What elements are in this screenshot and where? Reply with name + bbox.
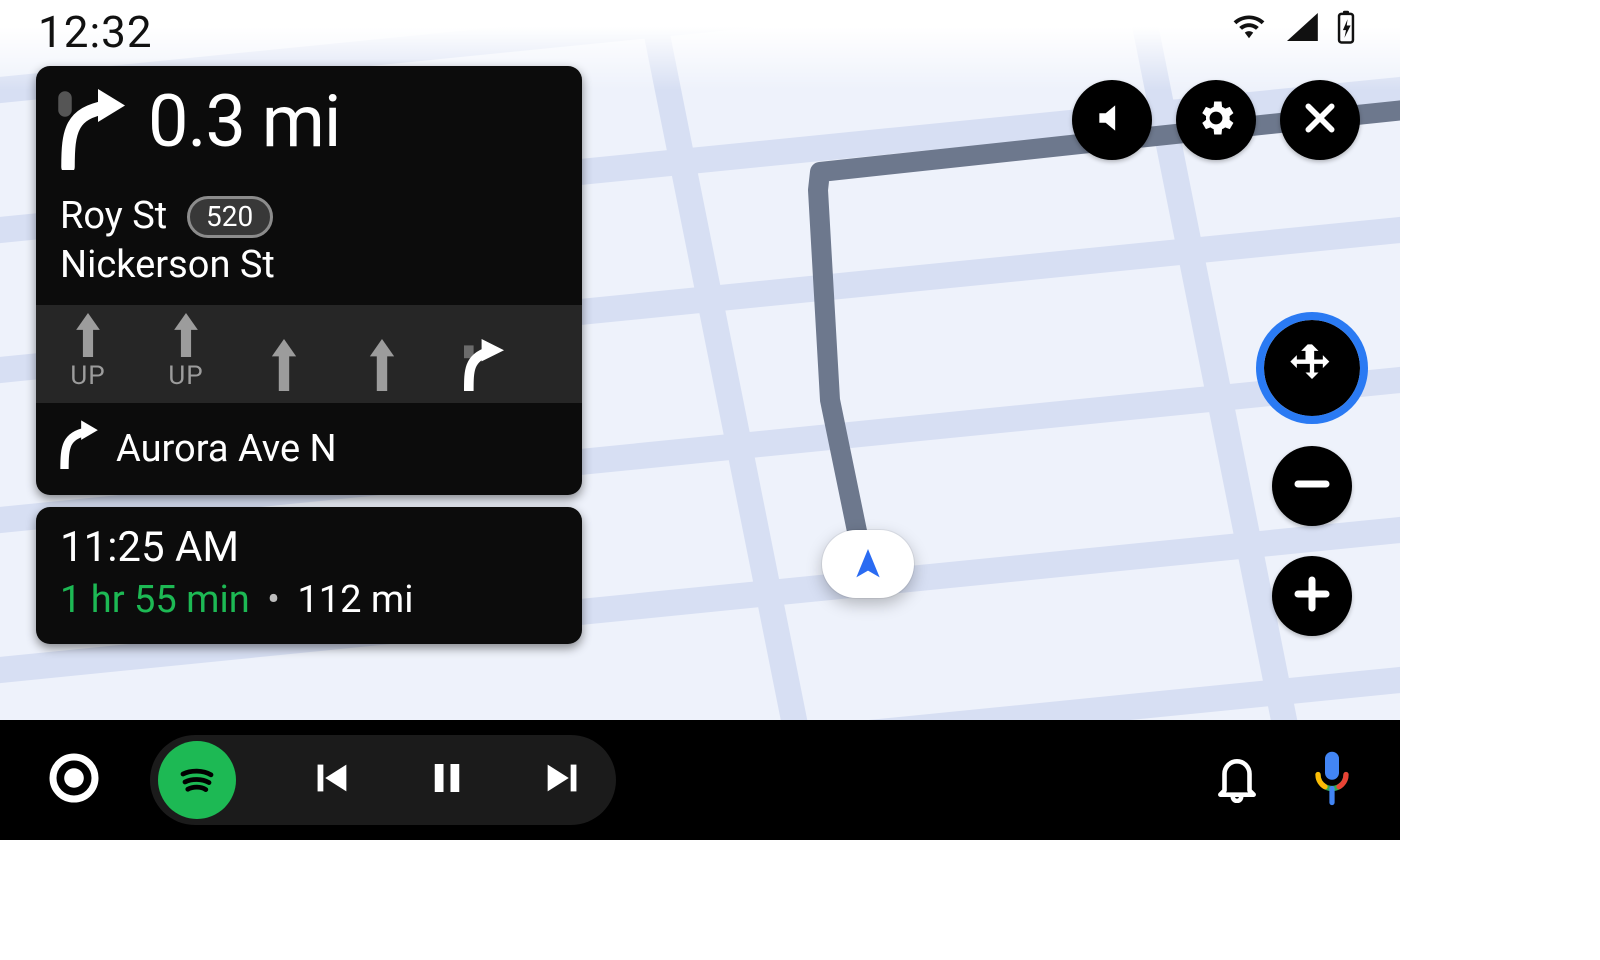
mute-button[interactable] <box>1072 80 1152 160</box>
gear-icon <box>1194 96 1238 144</box>
status-icons <box>1232 10 1356 48</box>
turn-distance: 0.3 mi <box>148 86 340 158</box>
google-mic-icon <box>1310 750 1354 810</box>
eta-arrival-time: 11:25 AM <box>60 523 558 572</box>
next-track-button[interactable] <box>540 755 586 805</box>
pan-icon <box>1286 340 1338 396</box>
speaker-muted-icon <box>1093 99 1131 141</box>
eta-detail: 1 hr 55 min • 112 mi <box>60 578 558 622</box>
pan-button[interactable] <box>1264 320 1360 416</box>
lane-1: UP <box>56 313 120 391</box>
eta-distance: 112 mi <box>297 578 413 622</box>
eta-duration: 1 hr 55 min <box>60 578 250 622</box>
close-icon <box>1300 98 1340 142</box>
lane-caption: UP <box>168 361 203 391</box>
lane-guidance: UP UP <box>36 305 582 403</box>
status-clock: 12:32 <box>38 6 153 58</box>
launcher-button[interactable] <box>46 750 102 810</box>
cellular-icon <box>1284 13 1318 45</box>
lane-caption: UP <box>70 361 105 391</box>
settings-button[interactable] <box>1176 80 1256 160</box>
voice-assistant-button[interactable] <box>1310 750 1354 810</box>
spotify-app-icon[interactable] <box>158 741 236 819</box>
turn-street-primary: Roy St <box>60 194 167 238</box>
close-button[interactable] <box>1280 80 1360 160</box>
turn-right-icon <box>54 86 130 174</box>
turn-street-secondary: Nickerson St <box>60 241 558 290</box>
lane-4 <box>350 339 414 391</box>
bell-icon <box>1212 753 1262 807</box>
system-bar <box>0 720 1400 840</box>
wifi-icon <box>1232 13 1266 45</box>
zoom-out-button[interactable] <box>1272 446 1352 526</box>
notifications-button[interactable] <box>1212 753 1262 807</box>
battery-charging-icon <box>1336 10 1356 48</box>
plus-icon <box>1291 573 1333 619</box>
skip-previous-icon <box>308 755 354 805</box>
next-turn-right-icon <box>56 419 98 479</box>
pause-button[interactable] <box>426 755 468 805</box>
route-badge: 520 <box>187 196 273 238</box>
skip-next-icon <box>540 755 586 805</box>
turn-card: 0.3 mi Roy St 520 Nickerson St UP <box>36 66 582 495</box>
lane-5-active <box>448 335 512 391</box>
pause-icon <box>426 755 468 805</box>
current-location-marker[interactable] <box>822 530 914 598</box>
next-step-street: Aurora Ave N <box>116 427 337 471</box>
prev-track-button[interactable] <box>308 755 354 805</box>
lane-3 <box>252 339 316 391</box>
media-pill[interactable] <box>150 735 616 825</box>
launcher-icon <box>46 750 102 810</box>
app-content: 12:32 <box>0 0 1400 840</box>
zoom-in-button[interactable] <box>1272 556 1352 636</box>
lane-2: UP <box>154 313 218 391</box>
next-step-row: Aurora Ave N <box>36 403 582 495</box>
eta-card[interactable]: 11:25 AM 1 hr 55 min • 112 mi <box>36 507 582 644</box>
turn-street-row: Roy St 520 <box>60 192 558 241</box>
minus-icon <box>1291 463 1333 509</box>
